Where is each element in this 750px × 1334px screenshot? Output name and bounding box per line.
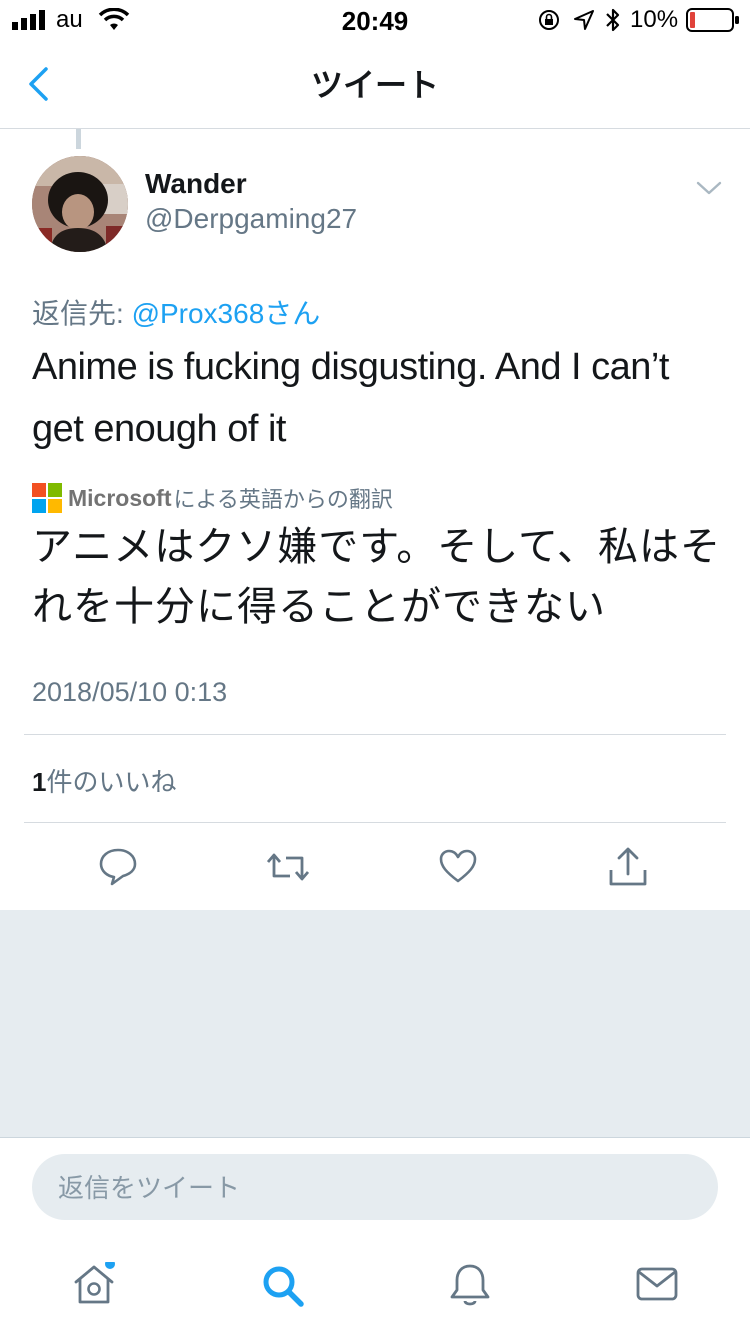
author-name[interactable]: Wander <box>145 168 247 200</box>
battery-icon <box>686 8 739 32</box>
tab-search-icon[interactable] <box>260 1263 306 1309</box>
composer-divider <box>0 1137 750 1138</box>
tab-messages-icon[interactable] <box>636 1266 678 1302</box>
tweet-timestamp: 2018/05/10 0:13 <box>32 677 228 707</box>
translated-text: アニメはクソ嫌です。そして、私はそれを十分に得ることができない <box>32 525 721 629</box>
microsoft-logo-icon <box>32 483 62 513</box>
reply-input[interactable] <box>56 1154 700 1222</box>
bluetooth-icon <box>606 8 620 32</box>
like-count-label: 件のいいね <box>46 767 177 797</box>
empty-replies-area <box>0 910 750 1138</box>
retweet-icon[interactable] <box>264 848 312 886</box>
reply-icon[interactable] <box>98 846 138 886</box>
translation-attribution[interactable]: Microsoft による英語からの翻訳 <box>32 482 393 514</box>
reply-to-prefix: 返信先: <box>32 298 132 329</box>
avatar[interactable] <box>32 156 128 252</box>
reply-mention-link[interactable]: @Prox368さん <box>132 298 321 329</box>
translation-label: による英語からの翻訳 <box>173 487 393 512</box>
like-count: 1 <box>32 767 47 797</box>
share-icon[interactable] <box>608 846 648 888</box>
author-handle[interactable]: @Derpgaming27 <box>145 203 357 235</box>
reply-to-line: 返信先: @Prox368さん <box>32 292 320 332</box>
thread-connector-line <box>76 129 81 149</box>
status-bar: au 20:49 10% <box>0 0 750 40</box>
chevron-down-icon[interactable] <box>696 180 722 196</box>
nav-divider <box>0 128 750 129</box>
translation-brand: Microsoft <box>68 484 172 511</box>
tab-notifications-icon[interactable] <box>448 1262 492 1308</box>
tweet-text: Anime is fucking disgusting. And I can’t… <box>32 346 669 450</box>
timestamp-divider <box>24 734 726 735</box>
avatar-image <box>32 156 128 252</box>
tab-home-icon[interactable] <box>70 1262 118 1306</box>
like-icon[interactable] <box>438 848 478 884</box>
rotation-lock-icon <box>539 10 559 30</box>
reply-composer[interactable] <box>32 1154 718 1222</box>
likes-divider <box>24 822 726 823</box>
like-count-link[interactable]: 1件のいいね <box>32 762 176 799</box>
location-icon <box>574 10 594 30</box>
battery-percent: 10% <box>630 6 679 33</box>
page-title: ツイート <box>310 67 439 103</box>
